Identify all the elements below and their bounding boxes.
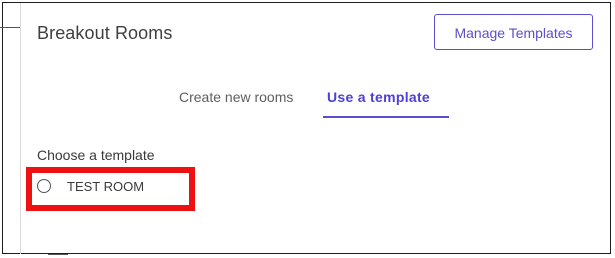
divider-tick (0, 27, 20, 28)
divider-tick (48, 254, 68, 255)
active-tab-indicator (323, 116, 449, 118)
radio-button-icon[interactable] (37, 179, 51, 193)
tab-use-a-template[interactable]: Use a template (327, 88, 430, 106)
choose-template-label: Choose a template (37, 147, 155, 163)
left-divider (20, 3, 21, 254)
manage-templates-button[interactable]: Manage Templates (434, 14, 593, 50)
page-title: Breakout Rooms (37, 23, 173, 43)
template-option-label: TEST ROOM (67, 179, 145, 194)
tab-create-new-rooms[interactable]: Create new rooms (179, 88, 293, 106)
tab-bar: Create new rooms Use a template (0, 88, 615, 118)
